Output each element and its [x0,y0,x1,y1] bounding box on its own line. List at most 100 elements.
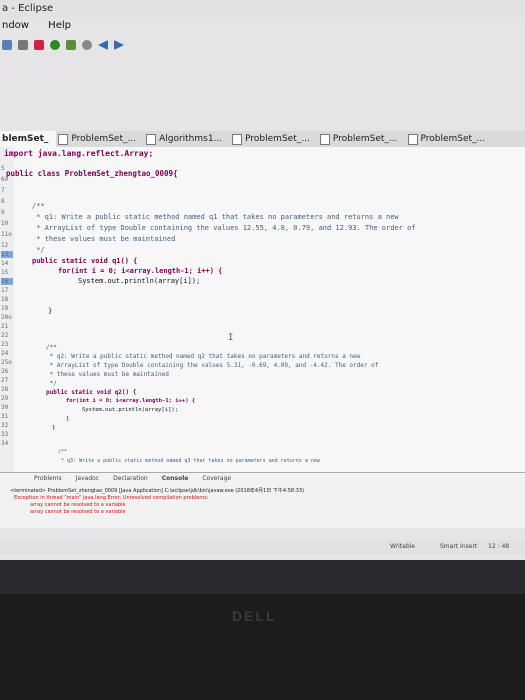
java-file-icon [232,133,243,145]
java-file-icon [407,133,418,145]
line-number: 33 [1,431,9,438]
line-number: 24 [1,350,9,357]
back-icon[interactable] [98,40,108,50]
line-number: 25⊖ [1,359,12,366]
console-error: array cannot be resolved to a variable [30,509,126,515]
dell-logo: DELL [232,608,277,624]
javadoc-open: /** [32,202,45,210]
status-writable: Writable [390,543,415,550]
console-error: Exception in thread "main" java.lang.Err… [14,495,209,501]
for-loop-q2: for(int i = 0; i<array.length-1; i++) { [66,398,196,404]
console-header: <terminated> ProblemSet_zhengtao_0009 [J… [10,488,305,494]
code-area[interactable]: import java.lang.reflect.Array; public c… [4,147,525,477]
tab-javadoc[interactable]: Javadoc [76,475,99,482]
line-number: 21 [1,323,9,330]
tab-problems[interactable]: Problems [34,475,62,482]
import-line: import java.lang.reflect.Array; [4,149,154,158]
print-icon[interactable] [18,40,28,50]
println-q2: System.out.println(array[i]); [82,407,179,413]
tab-problemset-4[interactable]: ProblemSet_... [406,131,494,147]
run-icon[interactable] [50,40,60,50]
status-cursor-position: 12 : 48 [488,543,510,550]
tab-active[interactable]: blemSet_ [0,131,57,147]
line-number: 31 [1,413,9,420]
javadoc-open: /** [46,344,57,351]
method-q1: public static void q1() { [32,257,138,265]
debug-icon[interactable] [34,40,44,50]
class-declaration: public class ProblemSet_zhengtao_0009{ [6,169,178,178]
text-cursor-icon: I [228,333,234,343]
tab-label: Algorithms1... [159,134,223,144]
taskbar [0,560,525,594]
line-number: 18 [1,296,9,303]
line-number: 16 [1,278,13,285]
java-file-icon [58,133,69,145]
javadoc-close: */ [32,246,45,254]
line-number: 32 [1,422,9,429]
javadoc-line: * these values must be maintained [46,371,169,378]
editor-tabs: blemSet_ ProblemSet_... Algorithms1... P… [0,131,525,147]
line-number: 20⊖ [1,314,12,321]
search-icon[interactable] [82,40,92,50]
console-panel: Problems Javadoc Declaration Console Cov… [0,472,525,528]
java-file-icon [319,133,330,145]
javadoc-line: * q3: Write a public static method named… [58,458,320,464]
status-insert-mode: Smart Insert [440,543,478,550]
window-title: a - Eclipse [0,0,525,18]
for-loop-q1: for(int i = 0; i<array.length-1; i++) { [58,267,223,275]
closing-brace: } [66,416,70,422]
save-icon[interactable] [2,40,12,50]
line-number: 5 [1,165,5,172]
tab-label: blemSet_ [2,134,49,144]
line-number: 13 [1,251,13,258]
javadoc-line: * q2: Write a public static method named… [46,353,361,360]
tab-label: ProblemSet_... [332,134,398,144]
menu-window[interactable]: ndow [2,20,29,31]
line-number: 10 [1,220,9,227]
javadoc-line: * ArrayList of type Double containing th… [46,362,379,369]
javadoc-line: * these values must be maintained [32,235,176,243]
line-number: 28 [1,386,9,393]
tab-declaration[interactable]: Declaration [113,475,148,482]
line-number: 8 [1,198,5,205]
tab-problemset-2[interactable]: ProblemSet_... [230,131,318,147]
method-q2: public static void q2() { [46,389,137,396]
line-number: 27 [1,377,9,384]
javadoc-open: /** [58,449,68,455]
line-number: 23 [1,341,9,348]
menu-help[interactable]: Help [48,20,71,31]
code-editor[interactable]: 5 6⊖ 7 8 9 10 11⊖ 12 13 14 15 16 17 18 1… [0,147,525,477]
line-number: 7 [1,187,5,194]
toolbar [0,35,525,55]
line-number: 14 [1,260,9,267]
status-bar: Writable Smart Insert 12 : 48 [0,540,525,554]
line-number: 11⊖ [1,231,12,238]
console-error: array cannot be resolved to a variable [30,502,126,508]
tab-label: ProblemSet_... [71,134,137,144]
line-number: 15 [1,269,9,276]
javadoc-line: * q1: Write a public static method named… [32,213,399,221]
forward-icon[interactable] [114,40,124,50]
javadoc-close: */ [46,380,57,387]
closing-brace: } [52,425,56,431]
tab-console[interactable]: Console [162,475,189,482]
new-class-icon[interactable] [66,40,76,50]
line-number-gutter: 5 6⊖ 7 8 9 10 11⊖ 12 13 14 15 16 17 18 1… [0,147,14,477]
menu-bar: ndow Help [0,18,525,34]
tab-label: ProblemSet_... [420,134,486,144]
line-number: 30 [1,404,9,411]
javadoc-line: * ArrayList of type Double containing th… [32,224,416,232]
tab-coverage[interactable]: Coverage [202,475,231,482]
line-number: 17 [1,287,9,294]
line-number: 26 [1,368,9,375]
line-number: 34 [1,440,9,447]
line-number: 29 [1,395,9,402]
tab-algorithms[interactable]: Algorithms1... [144,131,230,147]
closing-brace: } [48,307,53,315]
tab-label: ProblemSet_... [245,134,310,144]
java-file-icon [146,133,157,145]
eclipse-window: a - Eclipse ndow Help blemSet_ ProblemSe… [0,0,525,560]
line-number: 19 [1,305,9,312]
tab-problemset-3[interactable]: ProblemSet_... [318,131,406,147]
tab-problemset-1[interactable]: ProblemSet_... [56,131,144,147]
